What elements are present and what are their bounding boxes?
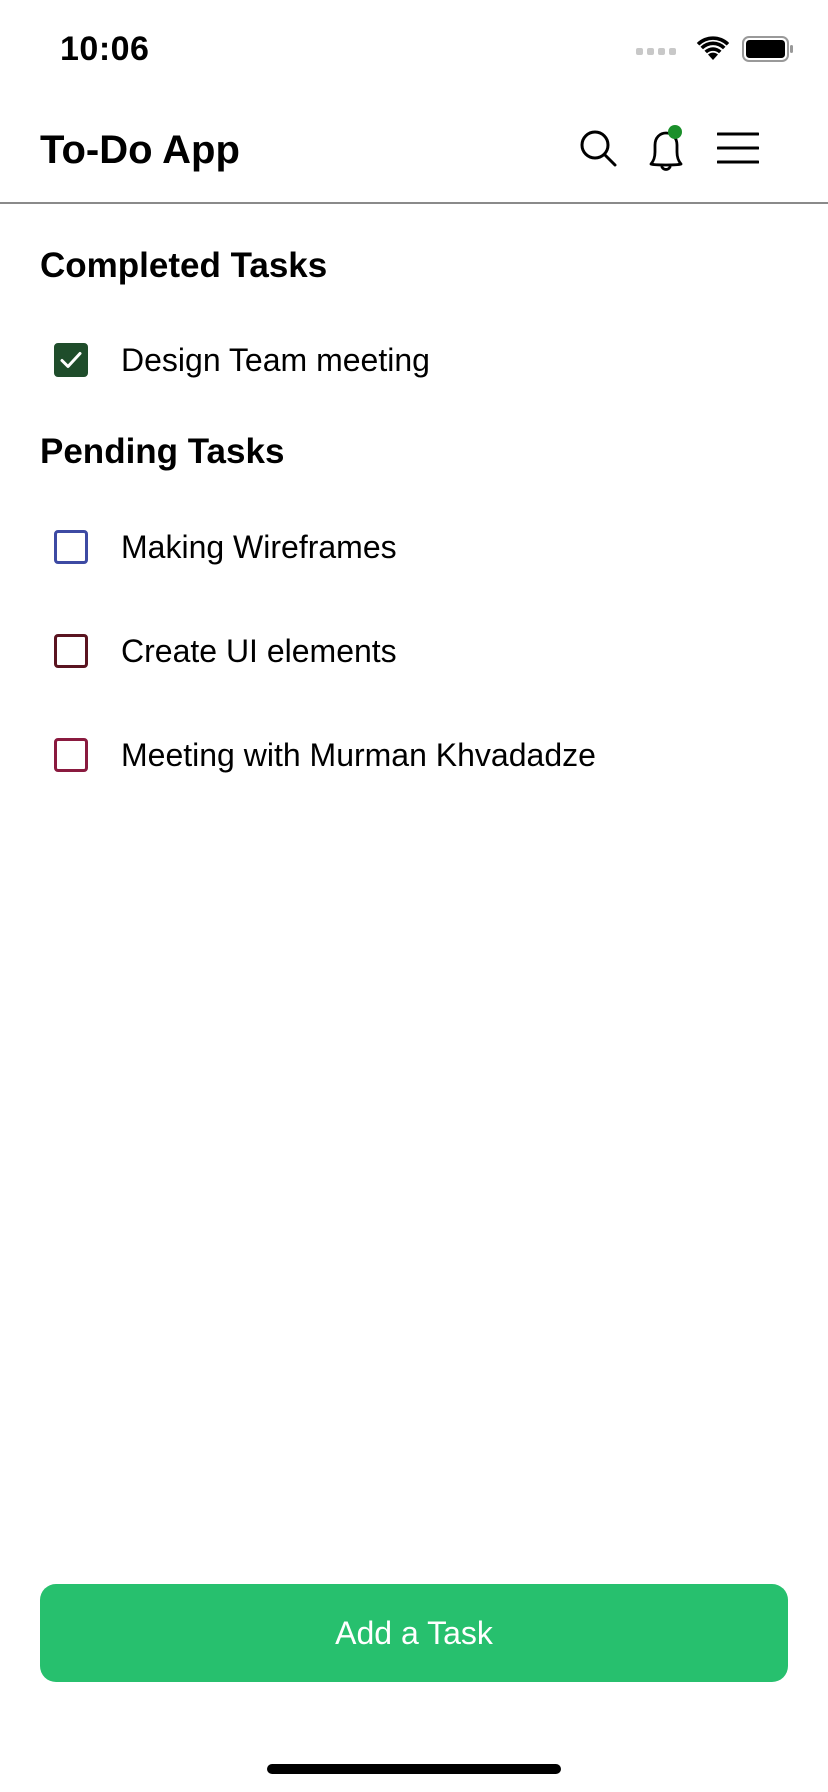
status-time: 10:06 xyxy=(60,30,150,68)
search-button[interactable] xyxy=(574,126,622,174)
pending-section-title: Pending Tasks xyxy=(40,432,285,471)
wifi-icon xyxy=(696,36,730,67)
hamburger-menu-icon xyxy=(716,132,760,169)
cellular-signal-icon xyxy=(636,48,676,55)
add-task-button[interactable]: Add a Task xyxy=(40,1584,788,1682)
task-checkbox[interactable] xyxy=(54,530,88,564)
task-checkbox[interactable] xyxy=(54,343,88,377)
menu-button[interactable] xyxy=(714,126,762,174)
task-label: Design Team meeting xyxy=(121,341,430,378)
task-row[interactable]: Design Team meeting xyxy=(40,320,780,400)
checkmark-icon xyxy=(60,352,82,368)
notifications-button[interactable] xyxy=(644,124,692,176)
status-bar: 10:06 xyxy=(0,0,828,100)
task-row[interactable]: Meeting with Murman Khvadadze xyxy=(40,715,780,795)
app-title: To-Do App xyxy=(40,128,240,172)
task-checkbox[interactable] xyxy=(54,738,88,772)
nav-header: To-Do App xyxy=(0,100,828,204)
task-checkbox[interactable] xyxy=(54,634,88,668)
task-row[interactable]: Create UI elements xyxy=(40,611,780,691)
bell-icon xyxy=(646,124,690,176)
task-row[interactable]: Making Wireframes xyxy=(40,507,780,587)
search-icon xyxy=(578,128,618,173)
battery-icon xyxy=(742,36,794,67)
task-label: Create UI elements xyxy=(121,632,397,669)
notification-dot xyxy=(668,124,682,139)
task-label: Meeting with Murman Khvadadze xyxy=(121,736,596,773)
completed-section-title: Completed Tasks xyxy=(40,246,328,285)
task-label: Making Wireframes xyxy=(121,528,397,565)
home-indicator xyxy=(267,1764,561,1774)
status-icons xyxy=(636,36,794,67)
